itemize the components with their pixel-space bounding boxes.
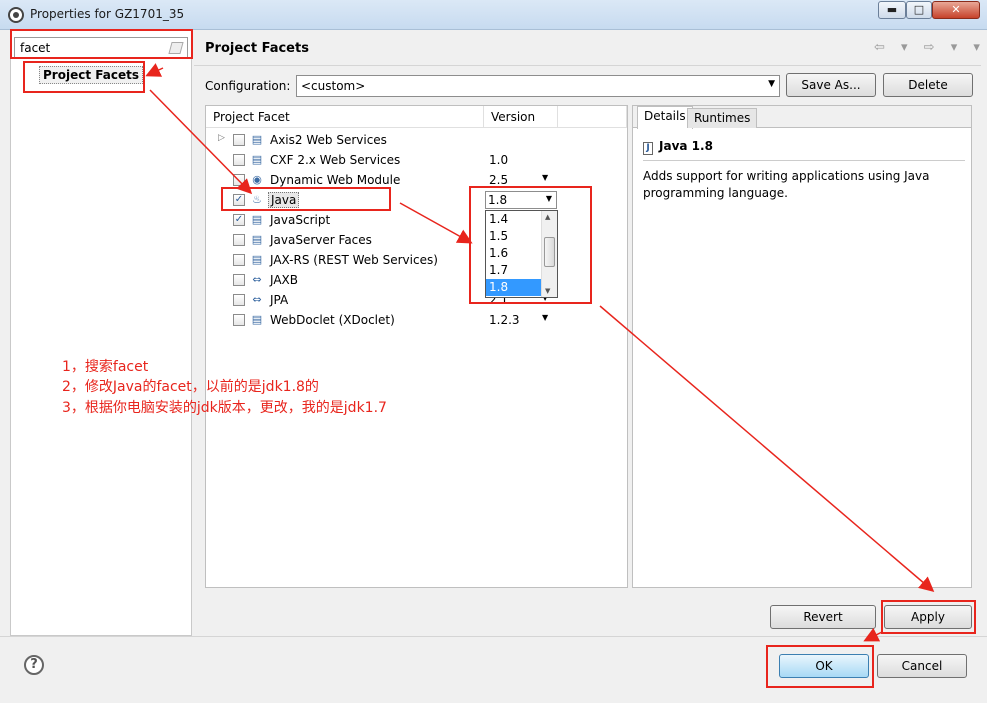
facet-name: JAX-RS (REST Web Services) [270,253,438,267]
facet-name: JPA [270,293,289,307]
checkbox[interactable] [233,314,245,326]
facet-version[interactable]: 1.0 [489,153,508,167]
save-as-button[interactable]: Save As... [786,73,876,97]
annotation-step-3: 3，根据你电脑安装的jdk版本，更改，我的是jdk1.7 [62,400,387,416]
checkbox[interactable] [233,294,245,306]
facet-page-icon: ▤ [251,233,263,246]
column-header-facet[interactable]: Project Facet [206,106,484,128]
detail-divider [643,160,965,161]
cancel-button[interactable]: Cancel [877,654,967,678]
preference-tree-pane: Project Facets [10,30,192,636]
web-module-icon: ◉ [252,173,262,186]
highlight-box-ok [766,645,874,688]
facet-page-icon: ▤ [251,253,263,266]
help-icon[interactable]: ? [24,655,44,675]
facet-page-icon: ▤ [251,153,263,166]
details-tabstrip: Details Runtimes [633,106,971,129]
configuration-label: Configuration: [205,79,291,93]
checkbox[interactable] [233,274,245,286]
checkbox[interactable] [233,234,245,246]
facet-name: JavaServer Faces [270,233,372,247]
highlight-box-tree-item [23,61,145,93]
detail-description: Adds support for writing applications us… [643,169,930,200]
checkbox-checked[interactable]: ✓ [233,214,245,226]
window-title: Properties for GZ1701_35 [30,7,185,21]
close-button[interactable]: ✕ [932,1,980,19]
window-titlebar: Properties for GZ1701_35 ▬ □ ✕ [0,0,987,30]
checkbox[interactable] [233,174,245,186]
jpa-arrows-icon: ⇔ [252,293,262,306]
configuration-value: <custom> [301,79,366,93]
checkbox[interactable] [233,154,245,166]
highlight-box-apply [881,600,976,634]
configuration-select[interactable]: <custom> ▼ [296,75,780,97]
page-title: Project Facets [205,41,309,56]
facet-version[interactable]: 2.5 [489,173,508,187]
facet-name: CXF 2.x Web Services [270,153,401,167]
highlight-box-version-list [469,186,592,304]
facet-name: Axis2 Web Services [270,133,387,147]
jaxb-arrows-icon: ⇔ [252,273,262,286]
tab-runtimes[interactable]: Runtimes [687,108,758,128]
footer-divider [0,636,987,637]
detail-title-text: Java 1.8 [659,139,713,153]
facet-name: JavaScript [270,213,331,227]
version-dropdown-icon[interactable]: ▼ [542,313,548,322]
facet-name: JAXB [270,273,298,287]
highlight-box-java-row [221,187,391,211]
version-dropdown-icon[interactable]: ▼ [542,173,548,182]
facet-name: WebDoclet (XDoclet) [270,313,395,327]
table-row[interactable]: ▷ ▤ Axis2 Web Services [206,130,627,150]
facet-table: Project Facet Version ▷ ▤ Axis2 Web Serv… [205,105,628,588]
annotation-step-2: 2，修改Java的facet，以前的是jdk1.8的 [62,379,319,395]
minimize-button[interactable]: ▬ [878,1,906,19]
facet-name: Dynamic Web Module [270,173,401,187]
facet-page-icon: ▤ [251,133,263,146]
expand-icon[interactable]: ▷ [218,133,225,143]
eclipse-icon [8,7,24,23]
tab-details[interactable]: Details [637,106,693,129]
java-file-icon: J [643,142,653,155]
facet-version[interactable]: 1.2.3 [489,313,520,327]
highlight-box-filter [10,29,193,59]
chevron-down-icon: ▼ [768,79,775,89]
maximize-button[interactable]: □ [906,1,932,19]
detail-heading: J Java 1.8 [643,139,713,155]
history-nav-icons[interactable]: ⇦ ▾ ⇨ ▾ ▾ [874,40,986,55]
column-header-filler [558,106,627,128]
table-row[interactable]: ▤ CXF 2.x Web Services 1.0 [206,150,627,170]
revert-button[interactable]: Revert [770,605,876,629]
checkbox[interactable] [233,134,245,146]
details-panel: Details Runtimes J Java 1.8 Adds support … [632,105,972,588]
table-row[interactable]: ▤ WebDoclet (XDoclet) 1.2.3 ▼ [206,310,627,330]
facet-page-icon: ▤ [251,213,263,226]
header-divider [194,65,981,66]
column-header-version[interactable]: Version [484,106,558,128]
annotation-step-1: 1，搜索facet [62,359,149,375]
facet-page-icon: ▤ [251,313,263,326]
checkbox[interactable] [233,254,245,266]
delete-button[interactable]: Delete [883,73,973,97]
